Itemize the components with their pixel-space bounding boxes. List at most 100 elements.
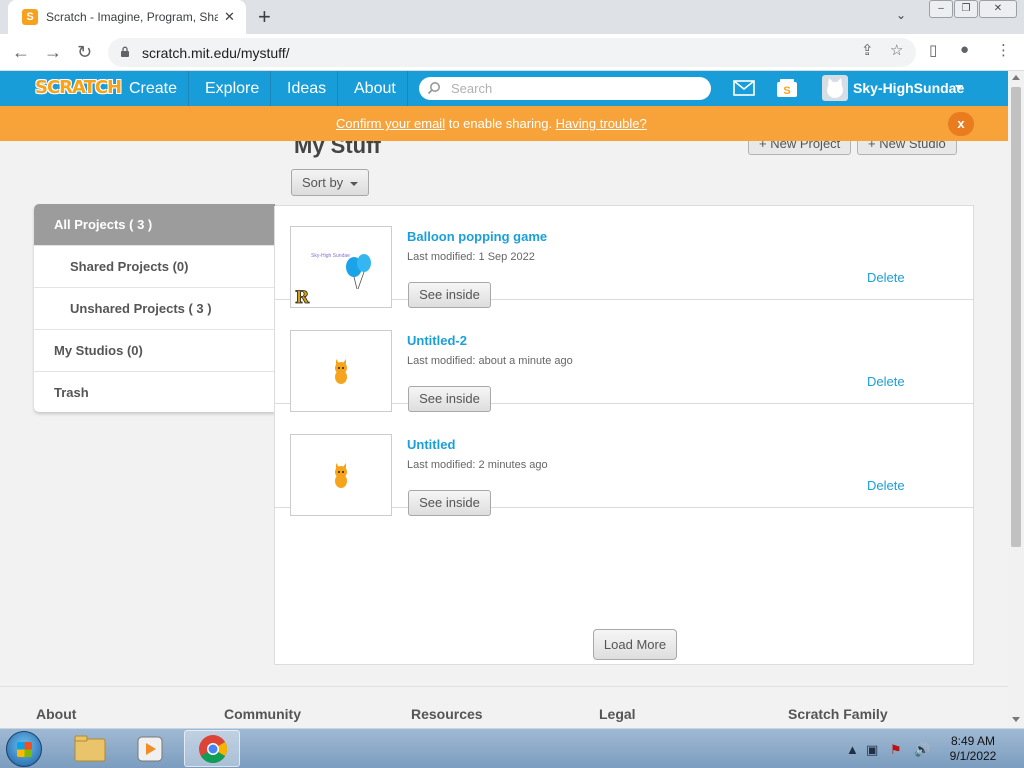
banner-middle-text: to enable sharing. (445, 116, 556, 131)
my-stuff-folder-icon[interactable]: S (776, 79, 798, 98)
page-footer: About Community Resources Legal Scratch … (0, 686, 1008, 728)
footer-resources[interactable]: Resources (411, 706, 483, 722)
sidebar-item-my-studios[interactable]: My Studios (0) (34, 330, 275, 372)
new-project-button[interactable]: + New Project (748, 141, 852, 155)
user-menu-caret-icon[interactable] (955, 85, 963, 90)
username[interactable]: Sky-HighSundae (853, 71, 964, 106)
sidebar: All Projects ( 3 ) Shared Projects (0) U… (34, 204, 275, 412)
taskbar-chrome[interactable] (184, 730, 240, 767)
user-avatar[interactable] (822, 75, 848, 101)
clock-date: 9/1/2022 (949, 749, 997, 763)
footer-legal[interactable]: Legal (599, 706, 636, 722)
network-icon[interactable]: ▣ (866, 742, 878, 758)
delete-link[interactable]: Delete (867, 478, 905, 493)
email-confirm-banner: Confirm your email to enable sharing. Ha… (0, 106, 1008, 141)
thumbnail-caption: Sky-High Sundae (311, 253, 350, 259)
new-tab-button[interactable]: + (258, 5, 271, 29)
system-clock[interactable]: 8:49 AM 9/1/2022 (942, 734, 1004, 764)
balloons-icon: Sky-High Sundae R (295, 253, 371, 307)
project-last-modified: Last modified: about a minute ago (407, 355, 573, 367)
scratch-cat-icon (335, 359, 347, 384)
scratch-navbar: SCRATCH Create Explore Ideas About S Sky… (0, 71, 1008, 106)
chrome-icon (199, 735, 227, 763)
close-window-button[interactable]: ✕ (979, 0, 1017, 18)
project-last-modified: Last modified: 2 minutes ago (407, 459, 548, 471)
bookmark-star-icon[interactable]: ☆ (890, 41, 903, 59)
search-box[interactable] (419, 77, 711, 100)
svg-text:S: S (783, 85, 790, 97)
scratch-logo[interactable]: SCRATCH (35, 77, 122, 99)
share-icon[interactable]: ⇪ (861, 41, 874, 59)
reload-icon[interactable]: ↻ (77, 41, 92, 63)
project-thumbnail[interactable] (290, 330, 392, 412)
page-title: My Stuff (294, 141, 381, 158)
scroll-up-arrow-icon[interactable] (1012, 75, 1020, 80)
scratch-favicon-icon: S (22, 9, 38, 25)
sidebar-item-all-projects[interactable]: All Projects ( 3 ) (34, 204, 275, 246)
messages-envelope-icon[interactable] (733, 80, 755, 96)
sort-by-dropdown[interactable]: Sort by (291, 169, 369, 196)
having-trouble-link[interactable]: Having trouble? (556, 116, 647, 131)
caret-down-icon (350, 182, 358, 186)
browser-tab[interactable]: S Scratch - Imagine, Program, Share ✕ (8, 0, 246, 34)
tab-close-icon[interactable]: ✕ (224, 8, 235, 26)
url-text: scratch.mit.edu/mystuff/ (142, 45, 290, 61)
footer-about[interactable]: About (36, 706, 76, 722)
profile-icon[interactable]: ● (960, 41, 969, 58)
banner-close-button[interactable]: x (948, 112, 974, 136)
page-scrollbar[interactable] (1008, 71, 1024, 728)
project-title[interactable]: Untitled (407, 437, 455, 452)
windows-taskbar: ▲ ▣ ⚑ 🔊 8:49 AM 9/1/2022 (0, 728, 1024, 768)
folder-icon (74, 735, 106, 762)
back-arrow-icon[interactable]: ← (12, 41, 30, 63)
footer-community[interactable]: Community (224, 706, 301, 722)
project-row: Untitled-2 Last modified: about a minute… (275, 300, 973, 412)
project-thumbnail[interactable]: Sky-High Sundae R (290, 226, 392, 308)
browser-toolbar: ← → ↻ scratch.mit.edu/mystuff/ ⇪ ☆ ▯ ● ⋮ (0, 34, 1024, 71)
sidebar-item-unshared-projects[interactable]: Unshared Projects ( 3 ) (34, 288, 275, 330)
nav-explore[interactable]: Explore (194, 71, 272, 106)
search-icon (427, 82, 440, 95)
nav-about[interactable]: About (343, 71, 408, 106)
nav-create[interactable]: Create (118, 71, 190, 106)
taskbar-media-player[interactable] (122, 730, 178, 767)
project-list: Sky-High Sundae R Balloon popping game L… (274, 206, 974, 665)
sidebar-item-trash[interactable]: Trash (34, 372, 275, 414)
project-title[interactable]: Untitled-2 (407, 333, 467, 348)
nav-ideas[interactable]: Ideas (276, 71, 339, 106)
minimize-window-button[interactable]: – (929, 0, 953, 18)
restore-window-button[interactable]: ❐ (954, 0, 978, 18)
scrollbar-thumb[interactable] (1011, 87, 1021, 547)
taskbar-explorer[interactable] (62, 730, 118, 767)
see-inside-button[interactable]: See inside (408, 490, 491, 516)
project-thumbnail[interactable] (290, 434, 392, 516)
confirm-email-link[interactable]: Confirm your email (336, 116, 445, 131)
scratch-cat-avatar-icon (827, 78, 843, 98)
start-button[interactable] (6, 731, 42, 767)
volume-icon[interactable]: 🔊 (914, 742, 930, 758)
project-last-modified: Last modified: 1 Sep 2022 (407, 251, 535, 263)
project-title[interactable]: Balloon popping game (407, 229, 547, 244)
sidebar-item-shared-projects[interactable]: Shared Projects (0) (34, 246, 275, 288)
banner-text: Confirm your email to enable sharing. Ha… (336, 106, 647, 141)
show-hidden-icons-arrow-icon[interactable]: ▲ (846, 742, 859, 757)
scroll-down-arrow-icon[interactable] (1012, 717, 1020, 722)
project-row: Untitled Last modified: 2 minutes ago Se… (275, 404, 973, 516)
browser-tab-strip: S Scratch - Imagine, Program, Share ✕ + … (0, 0, 1024, 34)
delete-link[interactable]: Delete (867, 270, 905, 285)
new-studio-button[interactable]: + New Studio (857, 141, 957, 155)
browser-menu-icon[interactable]: ⋮ (996, 41, 1011, 59)
load-more-button[interactable]: Load More (593, 629, 677, 660)
forward-arrow-icon[interactable]: → (44, 41, 62, 63)
clock-time: 8:49 AM (950, 734, 996, 748)
my-stuff-page: My Stuff + New Project + New Studio Sort… (0, 141, 1008, 686)
delete-link[interactable]: Delete (867, 374, 905, 389)
scratch-cat-icon (335, 463, 347, 488)
action-center-flag-icon[interactable]: ⚑ (890, 742, 902, 758)
address-bar[interactable]: scratch.mit.edu/mystuff/ (108, 38, 916, 67)
sort-by-label: Sort by (302, 175, 344, 190)
tab-search-chevron-icon[interactable]: ⌄ (896, 8, 906, 22)
search-input[interactable] (451, 80, 701, 97)
footer-scratch-family[interactable]: Scratch Family (788, 706, 888, 722)
side-panel-icon[interactable]: ▯ (929, 41, 937, 59)
